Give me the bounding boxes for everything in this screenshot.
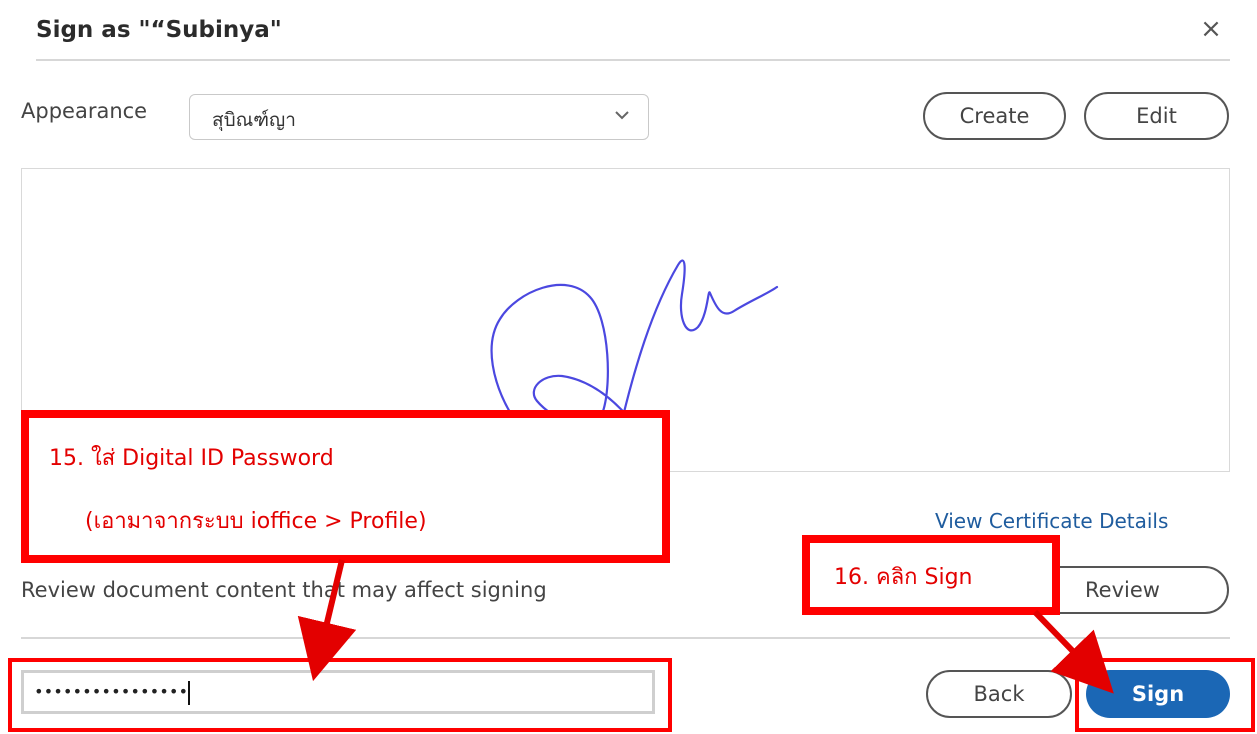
arrow-step16 bbox=[1032, 609, 1114, 694]
arrow-step15 bbox=[297, 559, 357, 682]
annotation-arrows bbox=[297, 559, 1114, 694]
